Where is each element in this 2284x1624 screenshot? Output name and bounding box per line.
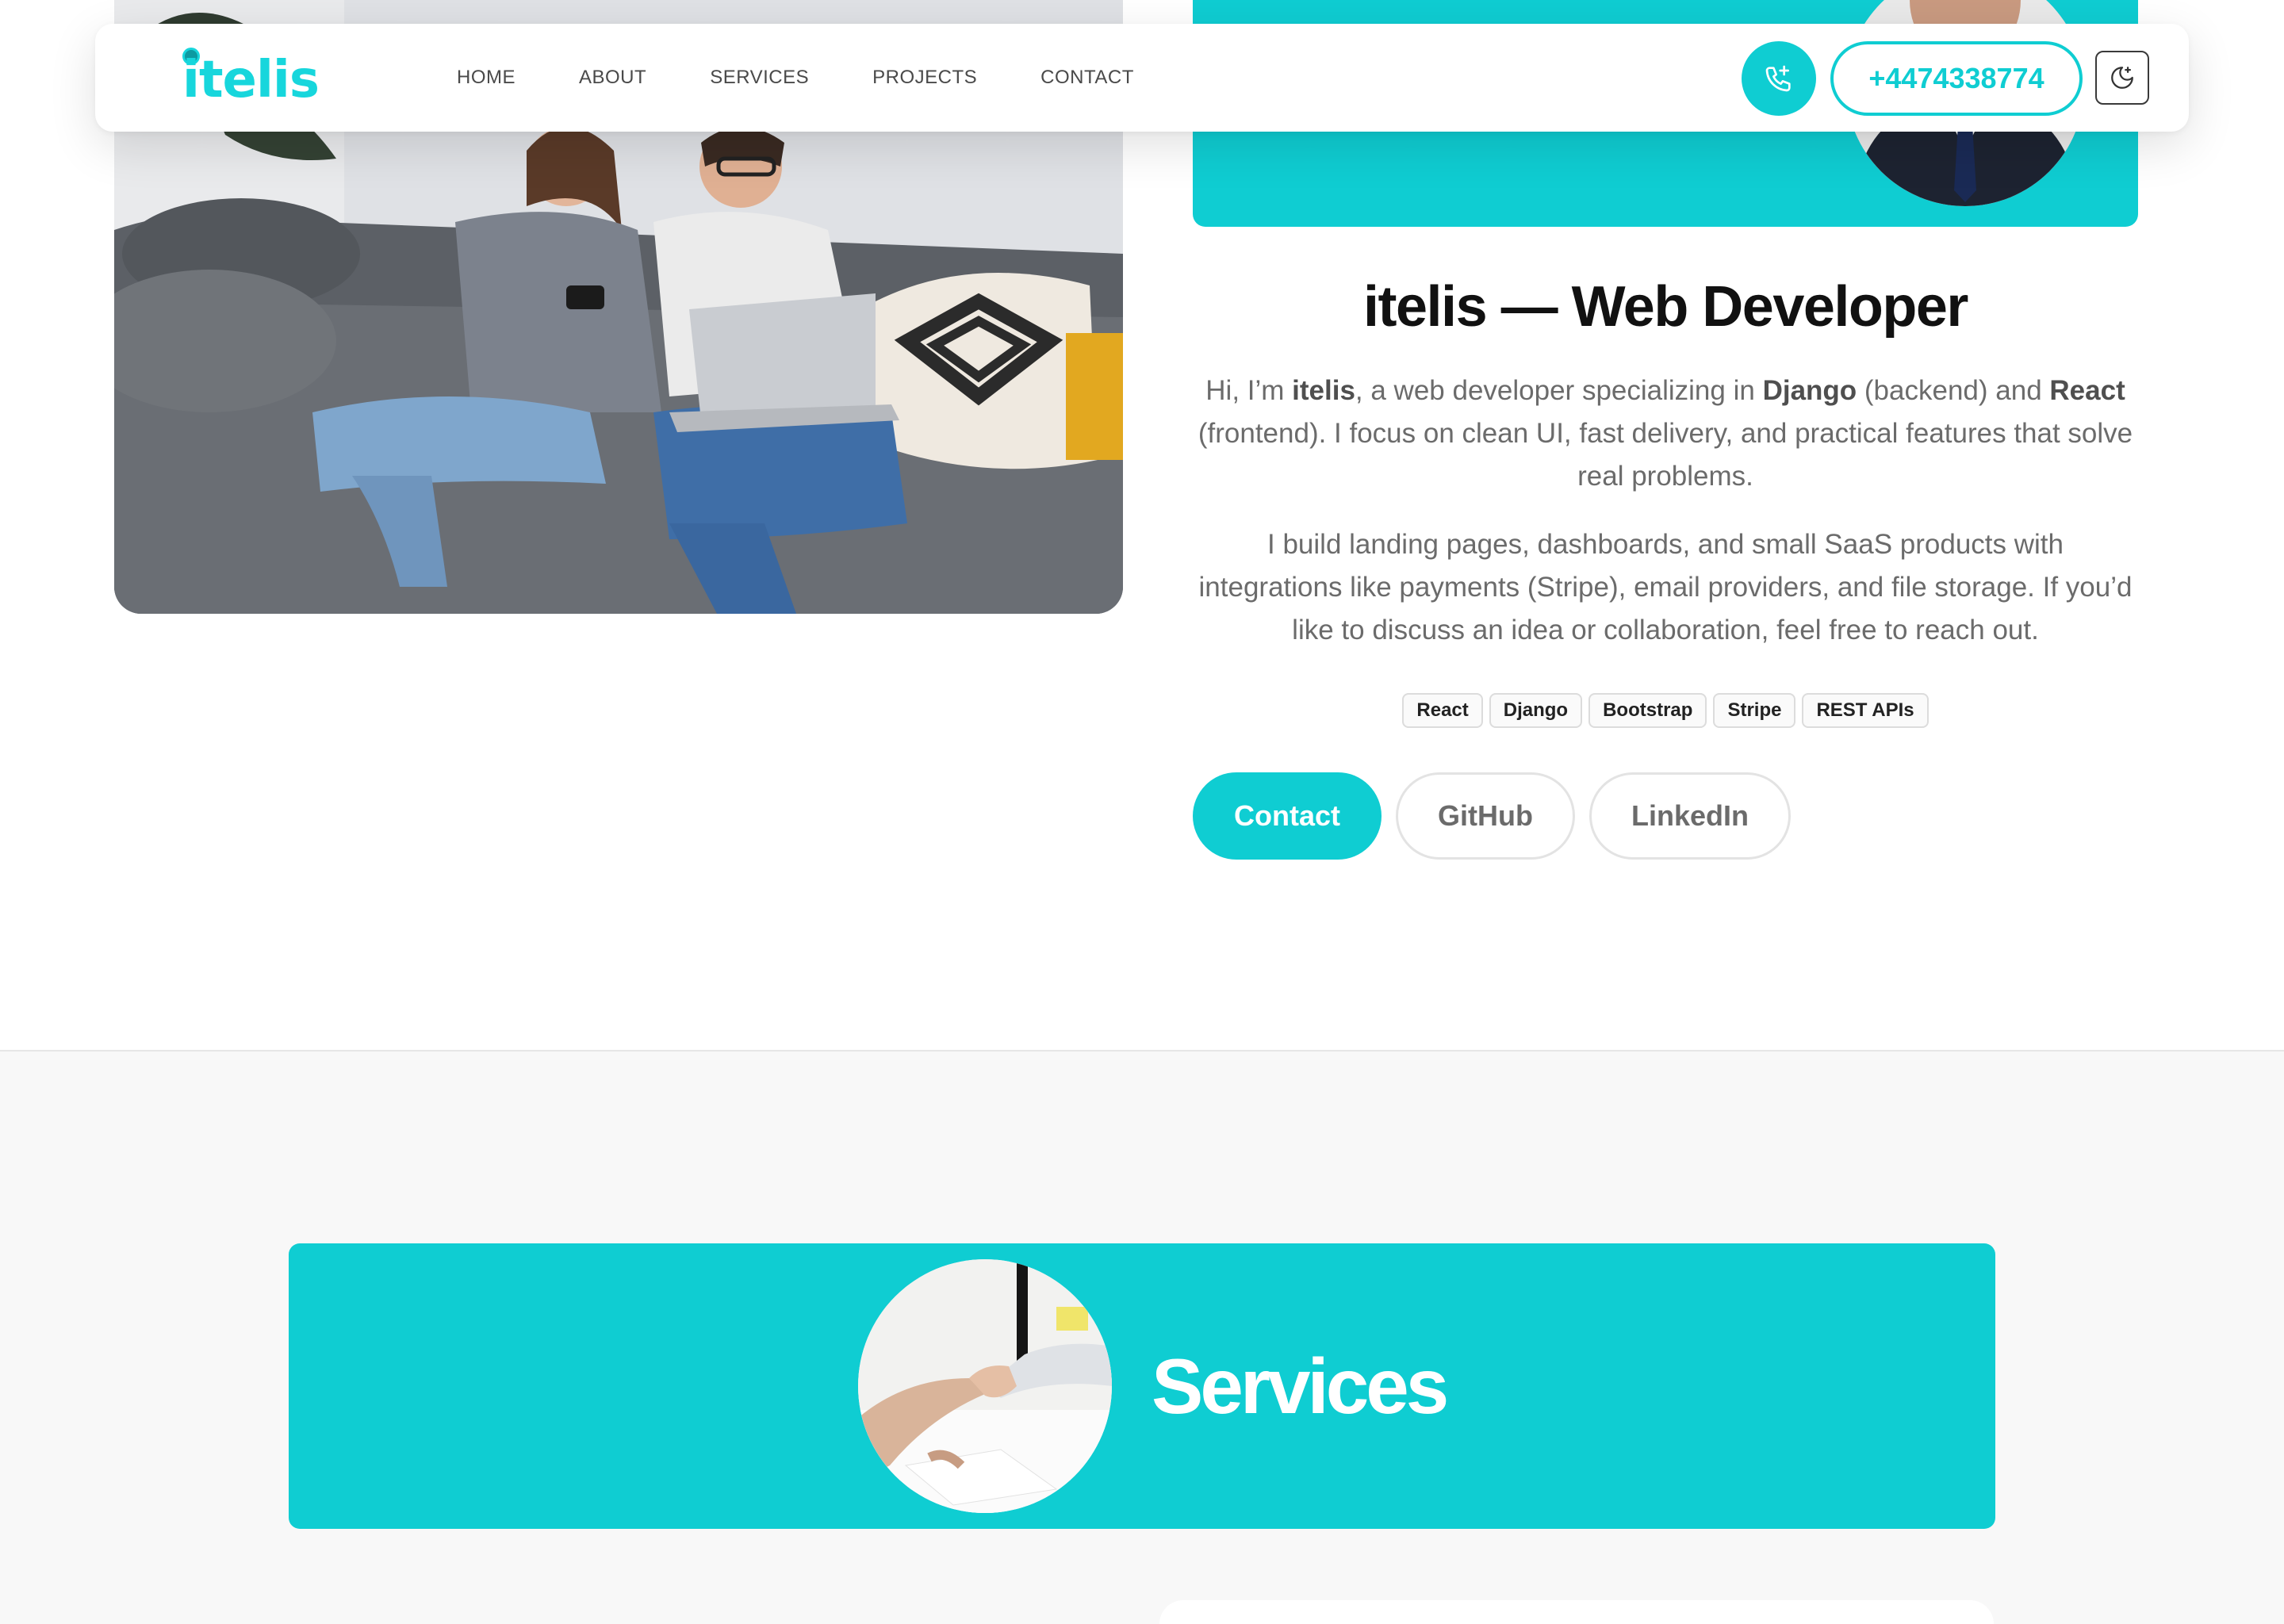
nav-link-about[interactable]: ABOUT	[579, 67, 646, 89]
handshake-image	[858, 1259, 1112, 1513]
navbar: itelis HOME ABOUT SERVICES PROJECTS CONT…	[95, 24, 2189, 132]
about-services-paragraph: I build landing pages, dashboards, and s…	[1198, 529, 2133, 645]
nav-link-contact[interactable]: CONTACT	[1040, 67, 1134, 89]
moon-star-icon	[2111, 67, 2133, 89]
nav-link-services[interactable]: SERVICES	[710, 67, 809, 89]
nav-link-home[interactable]: HOME	[457, 67, 515, 89]
phone-plus-icon	[1765, 65, 1791, 92]
about-actions: Contact GitHub LinkedIn	[1193, 772, 1805, 860]
linkedin-button[interactable]: LinkedIn	[1588, 772, 1791, 860]
services-section: Services	[0, 1050, 2284, 1624]
logo-text: itelis	[182, 51, 320, 109]
about-title: itelis — Web Developer	[1363, 275, 1968, 339]
nav-links: HOME ABOUT SERVICES PROJECTS CONTACT	[457, 24, 1198, 132]
phone-number-button[interactable]: +4474338774	[1830, 41, 2083, 116]
contact-button[interactable]: Contact	[1193, 772, 1382, 860]
tag-stripe: Stripe	[1713, 693, 1796, 728]
services-banner: Services	[289, 1243, 1995, 1529]
tag-django: Django	[1489, 693, 1583, 728]
nav-link-projects[interactable]: PROJECTS	[872, 67, 977, 89]
theme-toggle-button[interactable]	[2095, 51, 2149, 105]
logo[interactable]: itelis	[178, 44, 328, 113]
tag-react: React	[1402, 693, 1483, 728]
services-title: Services	[1152, 1342, 1449, 1430]
skill-tags: React Django Bootstrap Stripe REST APIs	[1193, 693, 2138, 728]
service-card	[1159, 1600, 1994, 1624]
tag-bootstrap: Bootstrap	[1588, 693, 1707, 728]
tag-rest-apis: REST APIs	[1802, 693, 1929, 728]
about-intro-paragraph: Hi, I’m itelis, a web developer speciali…	[1198, 375, 2133, 492]
github-button[interactable]: GitHub	[1396, 772, 1575, 860]
call-button[interactable]	[1742, 41, 1816, 116]
